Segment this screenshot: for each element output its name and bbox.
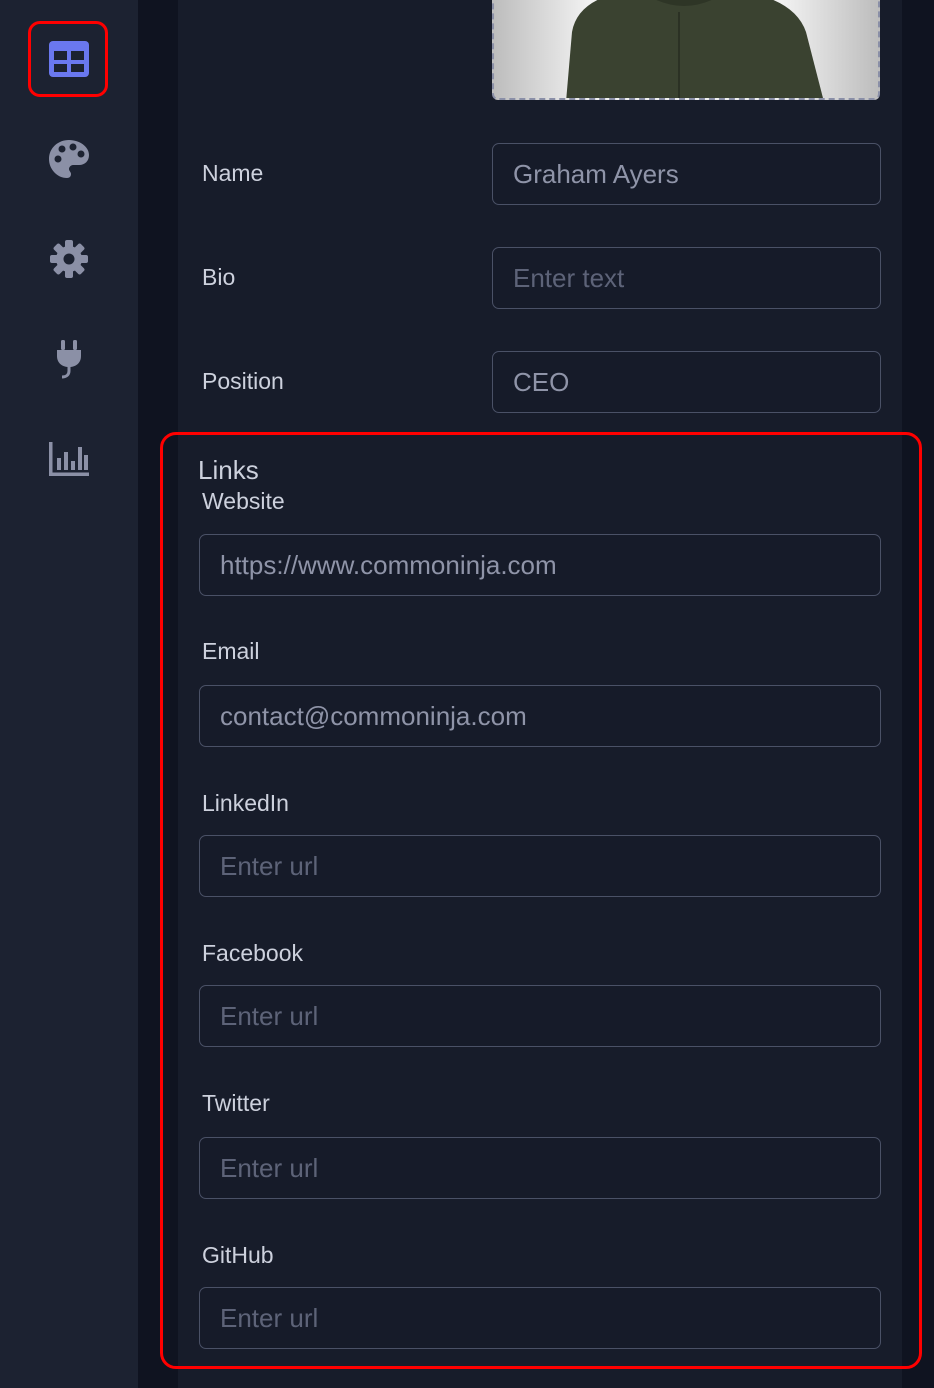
plug-icon (57, 340, 81, 379)
facebook-input[interactable] (199, 985, 881, 1047)
name-input[interactable] (492, 143, 881, 205)
facebook-label: Facebook (202, 940, 304, 966)
name-label: Name (202, 160, 264, 186)
email-input[interactable] (199, 685, 881, 747)
sidebar-item-layout[interactable] (36, 26, 102, 92)
sidebar-item-settings[interactable] (36, 226, 102, 292)
sidebar-item-analytics[interactable] (36, 426, 102, 492)
bio-label: Bio (202, 264, 236, 290)
palette-icon (49, 140, 89, 178)
gear-icon (50, 240, 88, 278)
sidebar-item-integrations[interactable] (36, 326, 102, 392)
sidebar-item-design[interactable] (36, 126, 102, 192)
profile-image-upload[interactable] (492, 0, 880, 100)
email-label: Email (202, 638, 260, 664)
bio-input[interactable] (492, 247, 881, 309)
sidebar (0, 0, 138, 1388)
twitter-label: Twitter (202, 1090, 270, 1116)
analytics-chart-icon (49, 442, 89, 476)
twitter-input[interactable] (199, 1137, 881, 1199)
website-label: Website (202, 488, 285, 514)
position-label: Position (202, 368, 284, 394)
github-input[interactable] (199, 1287, 881, 1349)
linkedin-label: LinkedIn (202, 790, 289, 816)
layout-icon (49, 41, 89, 77)
profile-photo (566, 0, 823, 98)
github-label: GitHub (202, 1242, 274, 1268)
links-section-title: Links (198, 455, 259, 485)
linkedin-input[interactable] (199, 835, 881, 897)
website-input[interactable] (199, 534, 881, 596)
position-input[interactable] (492, 351, 881, 413)
